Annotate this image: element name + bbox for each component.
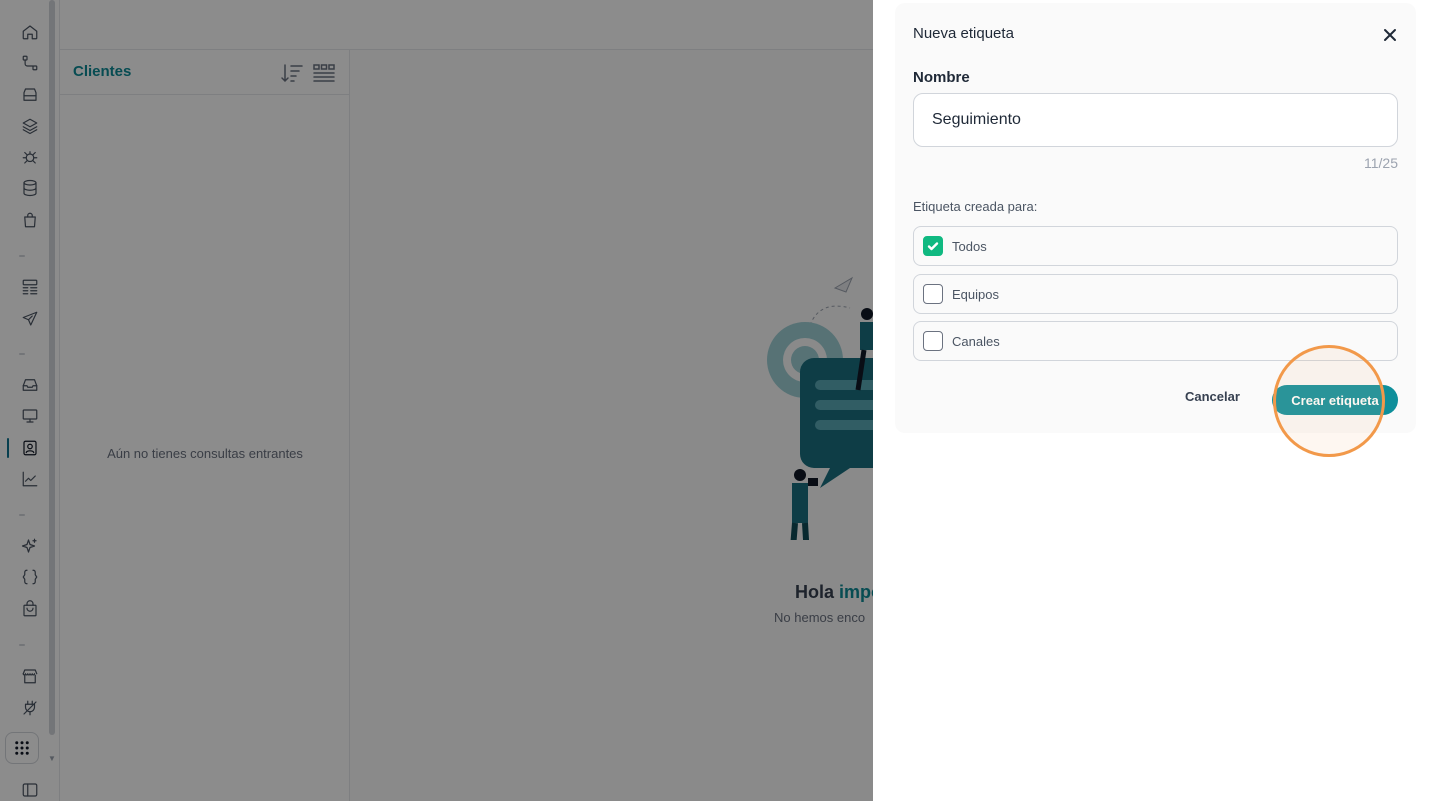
close-icon xyxy=(1384,29,1396,41)
option-label: Canales xyxy=(952,333,1000,349)
option-label: Todos xyxy=(952,238,987,254)
check-icon xyxy=(927,242,939,251)
option-canales[interactable]: Canales xyxy=(913,321,1398,361)
modal-backdrop[interactable] xyxy=(0,0,873,801)
close-button[interactable] xyxy=(1379,24,1401,46)
char-counter: 11/25 xyxy=(1364,155,1398,171)
tag-name-input[interactable] xyxy=(913,93,1398,147)
option-todos[interactable]: Todos xyxy=(913,226,1398,266)
drawer-title: Nueva etiqueta xyxy=(913,25,1014,42)
new-tag-card: Nueva etiqueta Nombre 11/25 Etiqueta cre… xyxy=(895,3,1416,433)
new-tag-drawer: Nueva etiqueta Nombre 11/25 Etiqueta cre… xyxy=(873,0,1438,801)
cancel-button[interactable]: Cancelar xyxy=(1185,389,1240,404)
equipos-checkbox[interactable] xyxy=(923,284,943,304)
option-label: Equipos xyxy=(952,286,999,302)
todos-checkbox[interactable] xyxy=(923,236,943,256)
canales-checkbox[interactable] xyxy=(923,331,943,351)
scope-label: Etiqueta creada para: xyxy=(913,199,1038,214)
create-tag-button[interactable]: Crear etiqueta xyxy=(1272,385,1398,415)
option-equipos[interactable]: Equipos xyxy=(913,274,1398,314)
name-label: Nombre xyxy=(913,69,970,86)
